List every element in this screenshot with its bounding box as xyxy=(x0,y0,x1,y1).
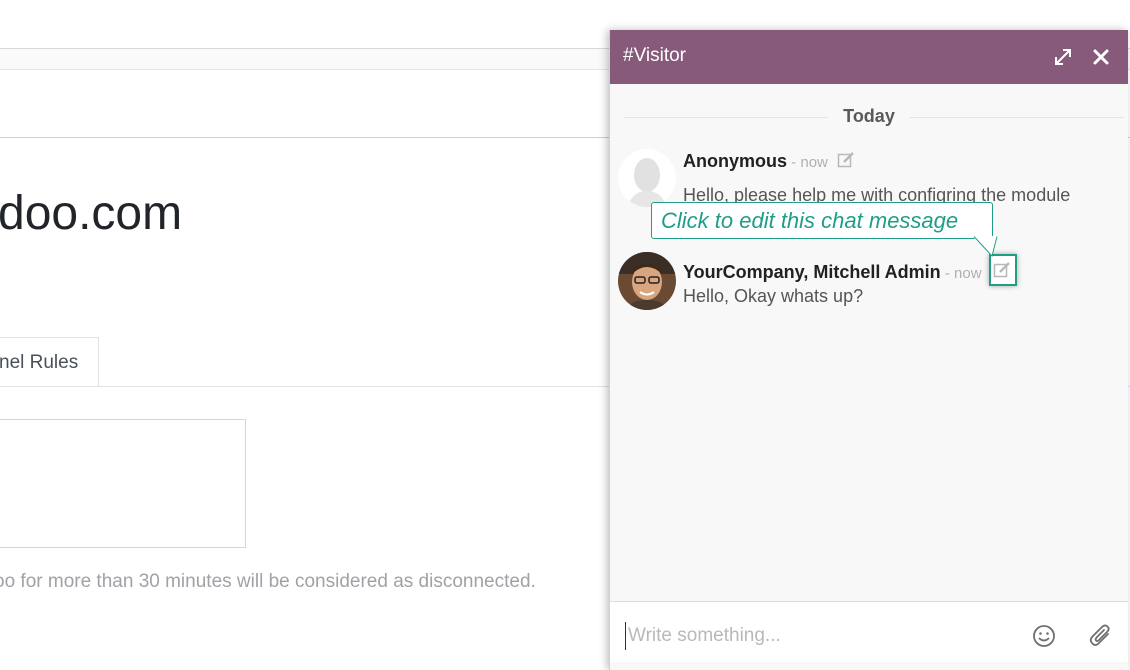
edit-tooltip: Click to edit this chat message xyxy=(651,202,993,239)
message-author: YourCompany, Mitchell Admin - now xyxy=(683,254,1017,286)
chat-window: #Visitor Today Anonymous - now Hello, pl… xyxy=(609,30,1128,670)
paperclip-icon[interactable] xyxy=(1088,622,1114,648)
tooltip-pointer xyxy=(972,236,998,258)
edit-icon[interactable] xyxy=(837,151,855,169)
day-label: Today xyxy=(610,106,1128,127)
avatar[interactable] xyxy=(618,149,676,207)
close-icon[interactable] xyxy=(1088,44,1114,70)
chat-thread[interactable]: Today Anonymous - now Hello, please help… xyxy=(610,84,1128,601)
chat-header[interactable]: #Visitor xyxy=(610,30,1128,84)
message-timestamp: - now xyxy=(787,154,828,171)
page-title: doo.com xyxy=(0,187,183,240)
avatar[interactable] xyxy=(618,252,676,310)
author-name[interactable]: Anonymous xyxy=(683,151,787,171)
text-field-box[interactable] xyxy=(0,419,246,548)
day-separator: Today xyxy=(610,106,1128,128)
composer xyxy=(610,601,1128,662)
tab-channel-rules[interactable]: nel Rules xyxy=(0,337,99,386)
edit-icon[interactable] xyxy=(993,261,1011,284)
day-label-text: Today xyxy=(829,106,909,126)
message-author: Anonymous - now xyxy=(683,151,855,172)
expand-icon[interactable] xyxy=(1050,44,1076,70)
author-name[interactable]: YourCompany, Mitchell Admin xyxy=(683,262,941,282)
message-timestamp: - now xyxy=(940,265,982,282)
message-input[interactable] xyxy=(625,622,1020,650)
emoji-icon[interactable] xyxy=(1032,624,1056,648)
chat-title: #Visitor xyxy=(623,45,687,66)
message-body: Hello, Okay whats up? xyxy=(683,286,864,306)
help-text: oo for more than 30 minutes will be cons… xyxy=(0,571,536,592)
